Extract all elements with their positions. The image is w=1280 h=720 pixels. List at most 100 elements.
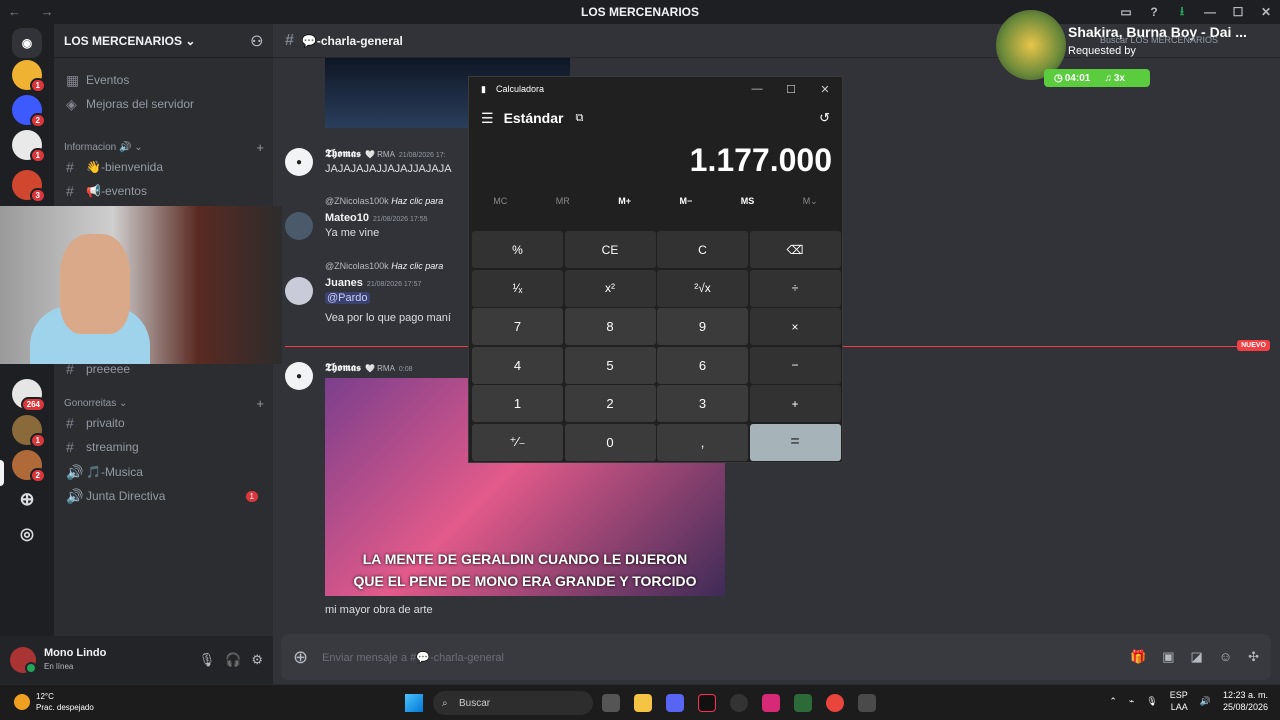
- server-icon[interactable]: 1: [12, 130, 46, 163]
- gear-icon[interactable]: ⚙: [251, 652, 263, 668]
- subtract-button[interactable]: −: [749, 346, 841, 384]
- chrome-icon[interactable]: [826, 694, 844, 712]
- server-icon[interactable]: 1: [12, 415, 46, 448]
- channel-streaming[interactable]: # streaming: [62, 436, 266, 458]
- negate-button[interactable]: ⁺⁄₋: [472, 423, 563, 461]
- channel-bienvenida[interactable]: # 👋-bienvenida: [62, 156, 266, 178]
- server-icon[interactable]: 3: [12, 170, 46, 203]
- reply-preview[interactable]: @ZNicolas100k Haz clic para: [325, 261, 443, 271]
- tiktok-icon[interactable]: [698, 694, 716, 712]
- message-author[interactable]: Mateo10: [325, 212, 369, 224]
- network-icon[interactable]: ⌁: [1129, 696, 1134, 707]
- digit-5-button[interactable]: 5: [564, 346, 656, 384]
- menu-icon[interactable]: ☰: [481, 110, 494, 127]
- digit-0-button[interactable]: 0: [564, 423, 656, 461]
- avatar[interactable]: ●: [285, 148, 313, 176]
- server-icon[interactable]: 2: [12, 450, 46, 483]
- add-server-icon[interactable]: ⊕: [12, 484, 42, 514]
- add-button[interactable]: +: [749, 385, 841, 422]
- square-button[interactable]: x²: [564, 269, 656, 307]
- memory-recall-button[interactable]: MR: [556, 196, 570, 206]
- multiply-button[interactable]: ×: [749, 308, 841, 345]
- memory-list-button[interactable]: M⌄: [803, 196, 818, 207]
- percent-button[interactable]: %: [472, 231, 563, 268]
- equals-button[interactable]: =: [749, 423, 841, 461]
- close-icon[interactable]: ✕: [808, 83, 842, 96]
- gif-icon[interactable]: ▣: [1162, 649, 1174, 665]
- instagram-icon[interactable]: [762, 694, 780, 712]
- discover-icon[interactable]: ◎: [12, 519, 42, 549]
- channel-junta-directiva[interactable]: 🔊 Junta Directiva 1: [62, 485, 266, 507]
- message-author[interactable]: 𝕿𝖍𝖔𝖒𝖆𝖘: [325, 362, 361, 374]
- add-channel-icon[interactable]: +: [256, 140, 264, 155]
- category-info[interactable]: Informacion 🔊 ⌄ +: [64, 140, 264, 155]
- message-author[interactable]: Juanes: [325, 277, 363, 289]
- gift-icon[interactable]: 🎁: [1130, 649, 1146, 665]
- task-view-icon[interactable]: [602, 694, 620, 712]
- minimize-icon[interactable]: —: [740, 83, 774, 96]
- clear-entry-button[interactable]: CE: [564, 231, 656, 268]
- memory-store-button[interactable]: MS: [741, 196, 755, 206]
- digit-8-button[interactable]: 8: [564, 308, 656, 345]
- calculator-taskbar-icon[interactable]: [858, 694, 876, 712]
- avatar[interactable]: [10, 647, 37, 674]
- clear-button[interactable]: C: [657, 231, 748, 268]
- volume-icon[interactable]: 🔊: [1200, 696, 1211, 707]
- windows-start-icon[interactable]: [405, 694, 423, 712]
- invite-icon[interactable]: ⚇: [250, 33, 263, 50]
- avatar[interactable]: [285, 277, 313, 305]
- digit-2-button[interactable]: 2: [564, 385, 656, 422]
- avatar[interactable]: ●: [285, 362, 313, 390]
- digit-3-button[interactable]: 3: [657, 385, 748, 422]
- server-icon[interactable]: 1: [12, 60, 46, 93]
- app-icon[interactable]: [730, 694, 748, 712]
- sidebar-item-boosts[interactable]: ◈ Mejoras del servidor: [62, 93, 266, 115]
- backspace-button[interactable]: ⌫: [749, 231, 841, 268]
- microphone-icon[interactable]: 🎙: [199, 652, 216, 668]
- server-header[interactable]: LOS MERCENARIOS ⌄ ⚇: [54, 24, 273, 58]
- add-channel-icon[interactable]: +: [256, 396, 264, 411]
- message-composer[interactable]: ⊕ Enviar mensaje a #💬-charla-general 🎁 ▣…: [281, 634, 1271, 680]
- reciprocal-button[interactable]: ¹⁄ₓ: [472, 269, 563, 307]
- digit-6-button[interactable]: 6: [657, 346, 748, 384]
- message-author[interactable]: 𝕿𝖍𝖔𝖒𝖆𝖘: [325, 148, 361, 160]
- app-icon[interactable]: [794, 694, 812, 712]
- weather-widget[interactable]: 12°C Prac. despejado: [14, 691, 94, 713]
- sidebar-item-events[interactable]: ▦ Eventos: [62, 69, 266, 91]
- user-mention[interactable]: @Pardo: [325, 292, 370, 304]
- channel-privaito[interactable]: # privaito: [62, 412, 266, 434]
- avatar[interactable]: [285, 212, 313, 240]
- decimal-button[interactable]: ,: [657, 423, 748, 461]
- reply-preview[interactable]: @ZNicolas100k Haz clic para: [325, 196, 443, 206]
- memory-subtract-button[interactable]: M−: [679, 196, 692, 206]
- sqrt-button[interactable]: ²√x: [657, 269, 748, 307]
- maximize-icon[interactable]: ☐: [774, 83, 808, 96]
- chevron-up-icon[interactable]: ⌃: [1109, 696, 1117, 707]
- memory-add-button[interactable]: M+: [618, 196, 631, 206]
- discord-taskbar-icon[interactable]: [666, 694, 684, 712]
- category-gonorreitas[interactable]: Gonorreitas ⌄ +: [64, 396, 264, 411]
- channel-musica[interactable]: 🔊 🎵-Musica: [62, 461, 266, 483]
- apps-icon[interactable]: ✣: [1248, 649, 1259, 665]
- digit-1-button[interactable]: 1: [472, 385, 563, 422]
- lang-layout[interactable]: LAA: [1171, 702, 1188, 712]
- keep-on-top-icon[interactable]: ⧉: [575, 112, 583, 125]
- channel-eventos[interactable]: # 📢-eventos: [62, 180, 266, 202]
- lang-code[interactable]: ESP: [1170, 690, 1188, 700]
- headphones-icon[interactable]: 🎧: [225, 652, 241, 668]
- digit-4-button[interactable]: 4: [472, 346, 563, 384]
- search-input[interactable]: Buscar LOS MERCENARIOS: [1100, 35, 1218, 45]
- digit-7-button[interactable]: 7: [472, 308, 563, 345]
- memory-clear-button[interactable]: MC: [493, 196, 507, 206]
- server-icon[interactable]: 264: [12, 379, 46, 412]
- sticker-icon[interactable]: ◪: [1191, 649, 1203, 665]
- clock-date[interactable]: 25/08/2026: [1223, 702, 1268, 712]
- clock-time[interactable]: 12:23 a. m.: [1223, 690, 1268, 700]
- digit-9-button[interactable]: 9: [657, 308, 748, 345]
- nav-arrows[interactable]: ← →: [8, 4, 62, 19]
- emoji-icon[interactable]: ☺: [1219, 649, 1232, 665]
- mic-icon[interactable]: 🎙: [1146, 696, 1157, 707]
- server-icon[interactable]: 2: [12, 95, 46, 128]
- discord-home-icon[interactable]: ◉: [12, 28, 42, 58]
- divide-button[interactable]: ÷: [749, 269, 841, 307]
